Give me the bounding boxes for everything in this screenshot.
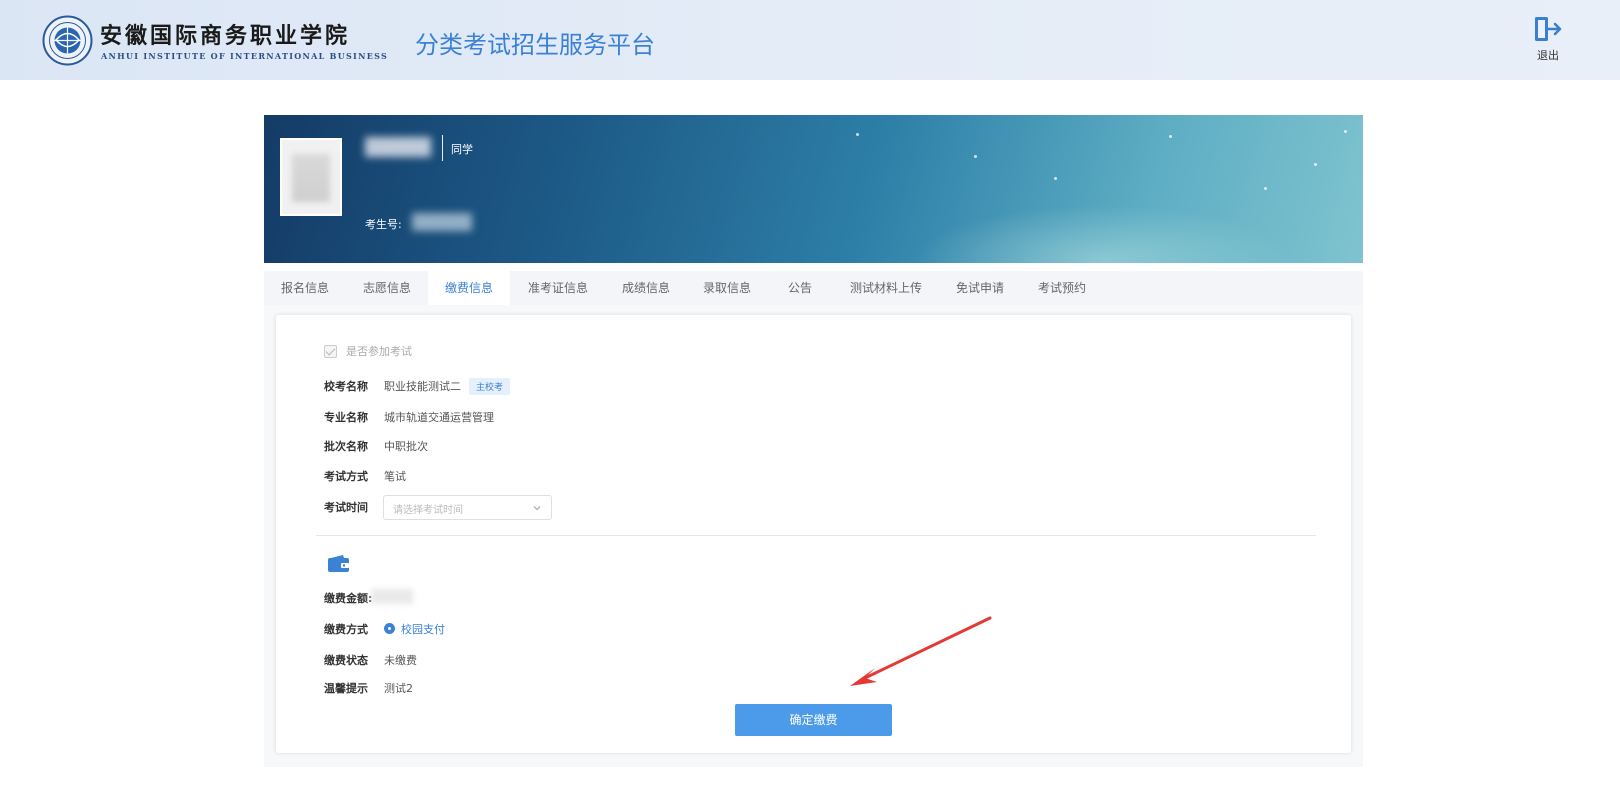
tab-announcement[interactable]: 公告 — [768, 271, 832, 305]
logout-icon — [1535, 17, 1562, 41]
tab-payment[interactable]: 缴费信息 — [428, 271, 510, 305]
exam-time-placeholder: 请选择考试时间 — [393, 505, 463, 516]
section-divider — [316, 535, 1316, 536]
confirm-payment-button[interactable]: 确定缴费 — [735, 704, 892, 736]
banner-star — [1314, 163, 1317, 166]
exam-number-label: 考生号: — [365, 218, 402, 231]
school-name-cn: 安徽国际商务职业学院 — [100, 23, 351, 49]
participate-checkbox[interactable] — [324, 345, 337, 358]
logout-label: 退出 — [1537, 49, 1559, 62]
batch-value: 中职批次 — [384, 440, 428, 453]
status-row: 缴费状态 未缴费 — [324, 652, 417, 668]
exam-method-label: 考试方式 — [324, 470, 368, 483]
info-tabs: 报名信息 志愿信息 缴费信息 准考证信息 成绩信息 录取信息 公告 测试材料上传… — [264, 271, 1363, 305]
banner-star — [974, 155, 977, 158]
tab-preference[interactable]: 志愿信息 — [346, 271, 428, 305]
school-name-en: ANHUI INSTITUTE OF INTERNATIONAL BUSINES… — [101, 51, 389, 61]
exam-time-label: 考试时间 — [324, 501, 368, 514]
banner-star — [1264, 187, 1267, 190]
method-row: 缴费方式 校园支付 — [324, 621, 445, 637]
school-exam-value: 职业技能测试二 — [384, 380, 461, 393]
exam-number-redacted — [412, 213, 472, 231]
campus-pay-radio[interactable]: 校园支付 — [384, 623, 445, 636]
banner-star — [1054, 177, 1057, 180]
tab-scores[interactable]: 成绩信息 — [606, 271, 686, 305]
banner-star — [856, 133, 859, 136]
participate-label: 是否参加考试 — [346, 345, 412, 358]
student-name-redacted — [365, 137, 431, 157]
tab-enrollment[interactable]: 录取信息 — [686, 271, 768, 305]
status-value: 未缴费 — [384, 654, 417, 667]
major-label: 专业名称 — [324, 411, 368, 424]
banner-star — [1169, 135, 1172, 138]
school-exam-row: 校考名称 职业技能测试二 主校考 — [324, 378, 511, 395]
exam-method-row: 考试方式 笔试 — [324, 468, 406, 484]
tip-label: 温馨提示 — [324, 682, 368, 695]
content-area: 是否参加考试 校考名称 职业技能测试二 主校考 专业名称 城市轨道交通运营管理 批次名… — [264, 305, 1363, 767]
exam-time-select[interactable]: 请选择考试时间 — [383, 495, 552, 520]
exam-time-row: 考试时间 — [324, 499, 384, 515]
major-value: 城市轨道交通运营管理 — [384, 411, 494, 424]
amount-redacted — [371, 589, 413, 604]
student-suffix: 同学 — [451, 143, 473, 156]
batch-row: 批次名称 中职批次 — [324, 438, 428, 454]
tab-exemption[interactable]: 免试申请 — [940, 271, 1020, 305]
tab-exam-booking[interactable]: 考试预约 — [1020, 271, 1104, 305]
tab-material-upload[interactable]: 测试材料上传 — [832, 271, 940, 305]
tip-value: 测试2 — [384, 682, 413, 695]
school-seal-icon — [42, 15, 93, 66]
platform-title: 分类考试招生服务平台 — [415, 31, 655, 59]
logout-button[interactable]: 退出 — [1530, 16, 1566, 63]
batch-label: 批次名称 — [324, 440, 368, 453]
payment-card: 是否参加考试 校考名称 职业技能测试二 主校考 专业名称 城市轨道交通运营管理 批次名… — [276, 315, 1351, 753]
tip-row: 温馨提示 测试2 — [324, 680, 413, 696]
radio-checked-icon — [384, 623, 395, 634]
annotation-arrow-icon — [850, 616, 992, 686]
status-label: 缴费状态 — [324, 654, 368, 667]
exam-method-value: 笔试 — [384, 470, 406, 483]
tab-admission-ticket[interactable]: 准考证信息 — [510, 271, 606, 305]
school-exam-label: 校考名称 — [324, 380, 368, 393]
campus-pay-label: 校园支付 — [401, 623, 445, 636]
main-exam-badge: 主校考 — [469, 378, 511, 395]
profile-banner: 同学 考生号: — [264, 115, 1363, 263]
top-header: 安徽国际商务职业学院 ANHUI INSTITUTE OF INTERNATIO… — [0, 0, 1620, 80]
student-photo — [280, 138, 342, 216]
chevron-down-icon — [533, 506, 541, 511]
name-divider — [442, 135, 443, 161]
banner-star — [1344, 130, 1347, 133]
tab-registration[interactable]: 报名信息 — [264, 271, 346, 305]
major-row: 专业名称 城市轨道交通运营管理 — [324, 409, 494, 425]
wallet-icon — [328, 555, 349, 572]
banner-glow — [914, 205, 1294, 263]
method-label: 缴费方式 — [324, 623, 368, 636]
